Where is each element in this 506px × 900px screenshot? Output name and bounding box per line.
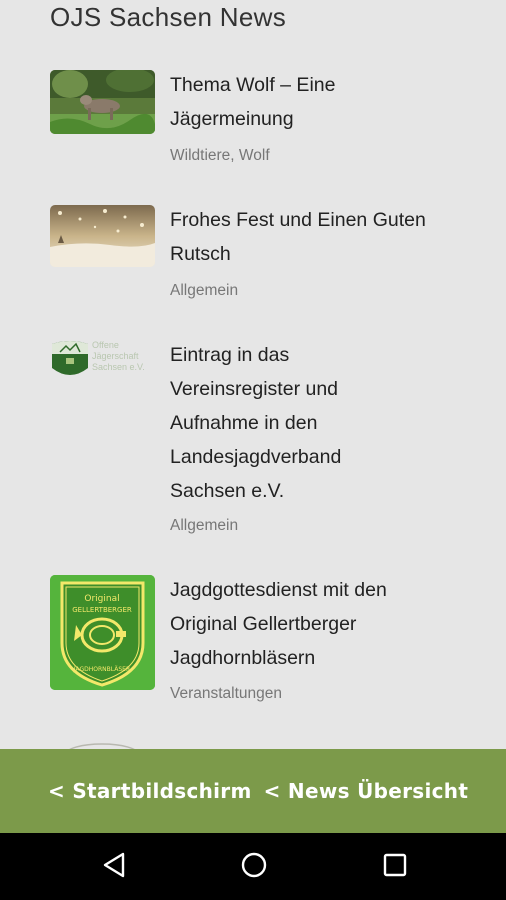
title-line: Jagdhornbläsern bbox=[170, 647, 316, 669]
wolf-thumbnail bbox=[50, 70, 155, 134]
title-line: Jägermeinung bbox=[170, 108, 294, 130]
title-line: Frohes Fest und Einen Guten bbox=[170, 209, 426, 231]
gellertberger-badge-thumbnail: Original GELLERTBERGER JAGDHORNBLÄSER bbox=[50, 575, 155, 690]
system-navigation-bar bbox=[0, 833, 506, 900]
badge-text: Original bbox=[84, 594, 119, 604]
news-title[interactable]: Frohes Fest und Einen Guten Rutsch bbox=[170, 203, 470, 271]
title-line: Original Gellertberger bbox=[170, 613, 357, 635]
title-line: Vereinsregister und bbox=[170, 378, 339, 400]
news-uebersicht-link[interactable]: < News Übersicht bbox=[264, 779, 469, 803]
page-title: OJS Sachsen News bbox=[50, 2, 287, 32]
news-category: Allgemein bbox=[170, 282, 239, 299]
logo-text: Jägerschaft bbox=[92, 351, 139, 361]
badge-text: JAGDHORNBLÄSER bbox=[73, 666, 130, 673]
news-category: Veranstaltungen bbox=[170, 685, 283, 702]
news-list: OJS Sachsen News Thema Wolf – Eine Jäger… bbox=[0, 0, 506, 750]
ojs-logo-thumbnail: Offene Jägerschaft Sachsen e.V. bbox=[50, 340, 155, 380]
news-category: Allgemein bbox=[170, 517, 239, 534]
home-icon[interactable] bbox=[240, 851, 268, 884]
title-line: Eintrag in das bbox=[170, 344, 290, 366]
badge-text: GELLERTBERGER bbox=[72, 606, 132, 614]
back-icon[interactable] bbox=[101, 851, 127, 884]
title-line: Rutsch bbox=[170, 243, 231, 265]
logo-text: Offene bbox=[92, 340, 119, 350]
recents-icon[interactable] bbox=[382, 851, 408, 884]
title-line: Thema Wolf – Eine bbox=[170, 74, 336, 96]
title-line: Sachsen e.V. bbox=[170, 480, 285, 502]
logo-text: Sachsen e.V. bbox=[92, 362, 145, 372]
news-category: Wildtiere, Wolf bbox=[170, 147, 270, 164]
title-line: Landesjagdverband bbox=[170, 446, 342, 468]
startbildschirm-link[interactable]: < Startbildschirm bbox=[48, 779, 252, 803]
title-line: Jagdgottesdienst mit den bbox=[170, 579, 387, 601]
news-title[interactable]: Eintrag in das Vereinsregister und Aufna… bbox=[170, 338, 470, 508]
news-title[interactable]: Thema Wolf – Eine Jägermeinung bbox=[170, 68, 470, 136]
snow-thumbnail bbox=[50, 205, 155, 267]
bottom-nav-bar: < Startbildschirm < News Übersicht bbox=[0, 749, 506, 833]
title-line: Aufnahme in den bbox=[170, 412, 318, 434]
news-title[interactable]: Jagdgottesdienst mit den Original Geller… bbox=[170, 573, 470, 675]
